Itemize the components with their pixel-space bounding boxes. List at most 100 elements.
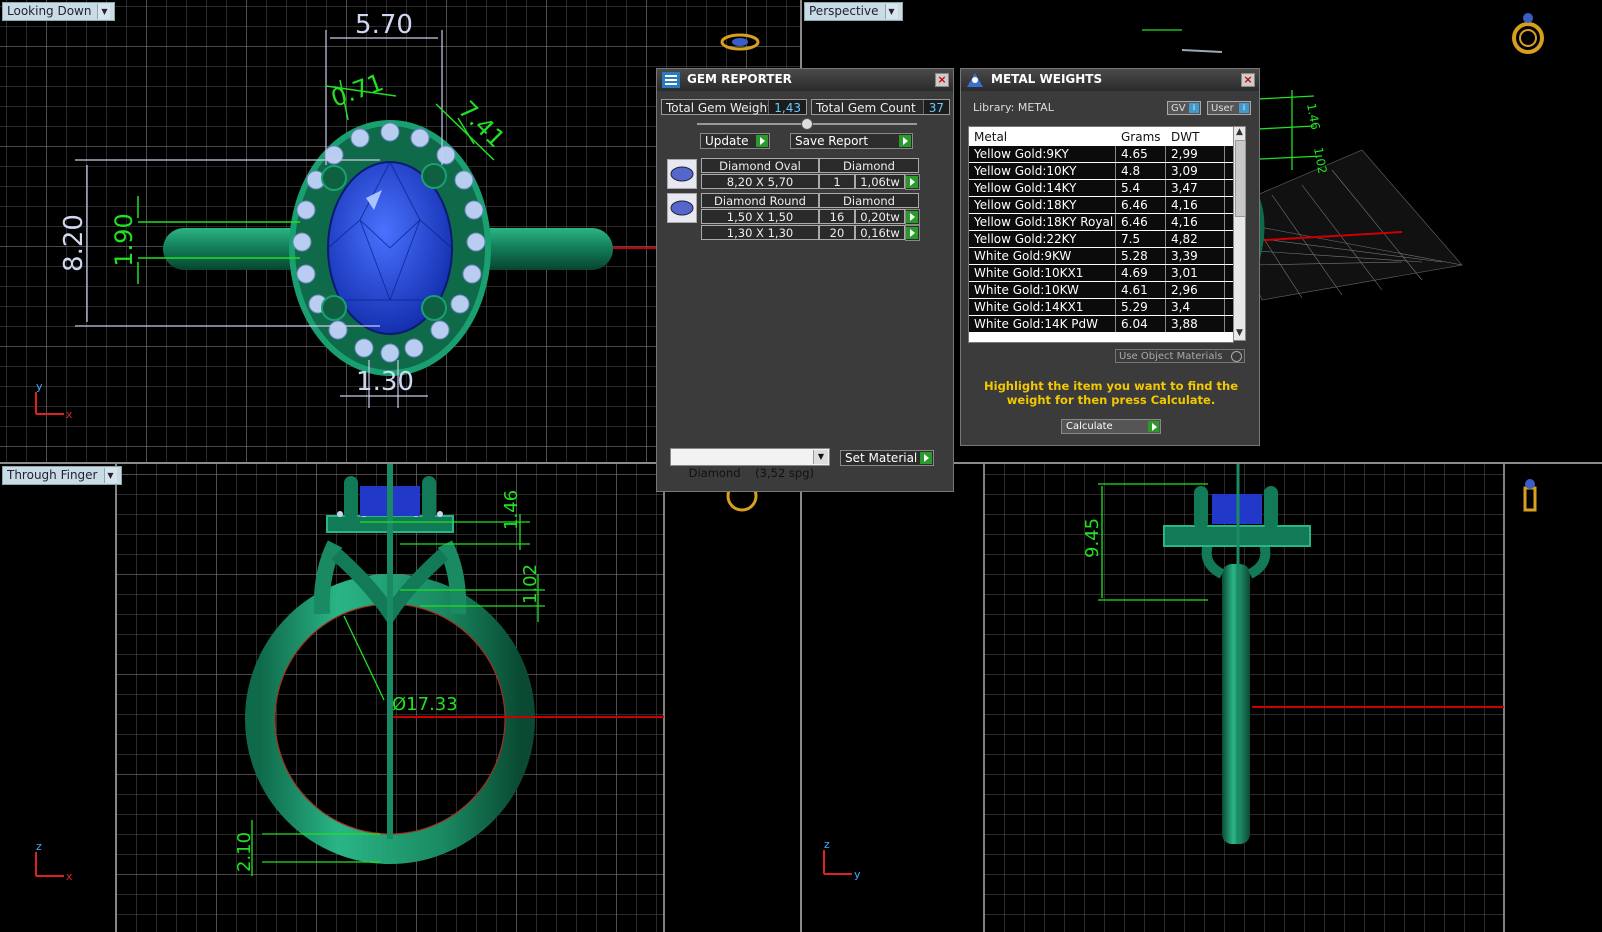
- metal-dwt: 3,39: [1171, 249, 1198, 263]
- metal-name: Yellow Gold:18KY Royal: [974, 215, 1114, 229]
- scroll-up-icon[interactable]: ▲: [1234, 127, 1245, 139]
- viewport-label-looking-down[interactable]: Looking Down ▼: [2, 2, 116, 21]
- metal-row[interactable]: Yellow Gold:22KY 7.5 4,82: [969, 231, 1233, 247]
- chevron-down-icon[interactable]: ▼: [813, 450, 828, 464]
- gem-count: 16: [819, 209, 855, 224]
- metal-row[interactable]: Yellow Gold:14KY 5.4 3,47: [969, 180, 1233, 196]
- calculate-button[interactable]: Calculate: [1061, 419, 1161, 434]
- total-gem-count-value: 37: [922, 100, 949, 115]
- gem-size: 1,50 X 1,50: [701, 209, 819, 224]
- dim-bezel-height: 1.46: [501, 490, 522, 530]
- user-toggle[interactable]: User i: [1207, 101, 1251, 115]
- set-material-button[interactable]: Set Material: [840, 450, 934, 466]
- chevron-down-icon[interactable]: ▼: [97, 4, 111, 19]
- close-icon[interactable]: ×: [935, 73, 949, 87]
- dim-setting-height: 9.45: [1082, 518, 1103, 558]
- play-icon: [756, 135, 768, 147]
- metal-grams: 4.69: [1121, 266, 1148, 280]
- gem-count: 1: [819, 174, 855, 189]
- metal-table-scrollbar[interactable]: ▲ ▼: [1233, 126, 1246, 341]
- dim-gallery: 1.90: [110, 213, 138, 266]
- metal-dwt: 3,09: [1171, 164, 1198, 178]
- calculate-hint: Highlight the item you want to find the …: [984, 379, 1238, 407]
- metal-grams: 6.46: [1121, 215, 1148, 229]
- select-gem-button[interactable]: [905, 174, 920, 190]
- metal-weights-panel: METAL WEIGHTS × Library: METAL GV i User i…: [960, 68, 1260, 446]
- metal-grams: 6.04: [1121, 317, 1148, 331]
- gem-tw: 0,16tw: [855, 225, 905, 240]
- metal-name: White Gold:10KX1: [974, 266, 1084, 280]
- metal-table: Metal Grams DWT Yellow Gold:9KY 4.65 2,99 Y…: [968, 126, 1234, 343]
- metal-row[interactable]: White Gold:14KX1 5.29 3,4: [969, 299, 1233, 315]
- metal-dwt: 4,16: [1171, 215, 1198, 229]
- slider-handle[interactable]: [801, 118, 813, 130]
- scroll-down-icon[interactable]: ▼: [1234, 328, 1245, 340]
- metal-dwt: 3,47: [1171, 181, 1198, 195]
- use-object-materials-toggle[interactable]: Use Object Materials: [1115, 349, 1245, 363]
- metal-dwt: 2,99: [1171, 147, 1198, 161]
- update-button[interactable]: Update: [700, 133, 770, 149]
- gem-shape-round: Diamond Round: [701, 193, 819, 208]
- viewport-label-through-finger[interactable]: Through Finger ▼: [2, 466, 122, 485]
- metal-row[interactable]: Yellow Gold:18KY 6.46 4,16: [969, 197, 1233, 213]
- viewport-side-view[interactable]: 9.45 y z: [802, 464, 1602, 932]
- ring-nav-icon-perspective[interactable]: [1512, 13, 1544, 54]
- metal-grams: 6.46: [1121, 198, 1148, 212]
- metal-grams: 4.8: [1121, 164, 1141, 178]
- metal-grams: 5.4: [1121, 181, 1141, 195]
- metal-dwt: 3,88: [1171, 317, 1198, 331]
- dim-height: 8.20: [59, 214, 89, 272]
- metal-grams: 5.28: [1121, 249, 1148, 263]
- metal-dwt: 4,16: [1171, 198, 1198, 212]
- metal-row[interactable]: Yellow Gold:10KY 4.8 3,09: [969, 163, 1233, 179]
- metal-row[interactable]: White Gold:10KX1 4.69 3,01: [969, 265, 1233, 281]
- viewport-through-finger[interactable]: 1.46 1.02 Ø17.33 2.10 x z Through Finger…: [0, 464, 800, 932]
- metal-row[interactable]: Yellow Gold:18KY Royal 6.46 4,16: [969, 214, 1233, 230]
- svg-text:z: z: [36, 840, 42, 853]
- gv-toggle[interactable]: GV i: [1167, 101, 1201, 115]
- select-gem-button[interactable]: [905, 209, 920, 225]
- viewport-label-perspective[interactable]: Perspective ▼: [804, 2, 903, 21]
- through-finger-canvas: 1.46 1.02 Ø17.33 2.10 x z: [35, 464, 758, 932]
- gem-size: 1,30 X 1,30: [701, 225, 819, 240]
- dim-gallery-height: 1.02: [520, 564, 541, 604]
- metal-name: White Gold:9KW: [974, 249, 1072, 263]
- chevron-down-icon[interactable]: ▼: [884, 4, 898, 19]
- metal-row[interactable]: White Gold:10KW 4.61 2,96: [969, 282, 1233, 298]
- metal-weights-title: METAL WEIGHTS: [991, 72, 1103, 86]
- svg-text:x: x: [66, 870, 73, 883]
- round-gem-icon[interactable]: [667, 193, 697, 223]
- oval-gem-icon[interactable]: [667, 159, 697, 189]
- select-gem-button[interactable]: [905, 225, 920, 241]
- close-icon[interactable]: ×: [1241, 73, 1255, 87]
- library-label: Library: METAL: [973, 101, 1054, 114]
- svg-text:z: z: [824, 838, 830, 851]
- metal-row[interactable]: Yellow Gold:9KY 4.65 2,99: [969, 146, 1233, 162]
- play-icon: [899, 135, 911, 147]
- scroll-thumb[interactable]: [1235, 140, 1246, 217]
- gem-reporter-titlebar[interactable]: GEM REPORTER ×: [657, 69, 953, 91]
- metal-grams: 4.61: [1121, 283, 1148, 297]
- svg-text:y: y: [36, 380, 43, 393]
- metal-row[interactable]: White Gold:14K PdW 6.04 3,88: [969, 316, 1233, 332]
- metal-row[interactable]: White Gold:9KW 5.28 3,39: [969, 248, 1233, 264]
- material-select[interactable]: Diamond (3,52 spg) ▼: [670, 448, 830, 480]
- dim-ring-diameter: Ø17.33: [392, 694, 458, 715]
- dim-stone-small: 1.30: [356, 367, 414, 397]
- save-report-button[interactable]: Save Report: [790, 133, 913, 149]
- shank-side: [1222, 564, 1250, 844]
- metal-weights-titlebar[interactable]: METAL WEIGHTS ×: [961, 69, 1259, 91]
- gem-material-oval: Diamond: [819, 158, 919, 173]
- gem-reporter-title: GEM REPORTER: [687, 72, 792, 86]
- axis-indicator-yz: y z: [823, 838, 861, 881]
- axis-indicator-xz: x z: [35, 840, 73, 883]
- gem-report-icon: [662, 72, 680, 88]
- total-gem-count: Total Gem Count 37: [811, 99, 950, 115]
- gem-tw: 1,06tw: [855, 174, 905, 189]
- weight-scale-icon: [967, 73, 983, 87]
- metal-grams: 5.29: [1121, 300, 1148, 314]
- metal-name: Yellow Gold:18KY: [974, 198, 1077, 212]
- ring-nav-icon-side[interactable]: [1523, 479, 1537, 512]
- metal-name: White Gold:14K PdW: [974, 317, 1099, 331]
- chevron-down-icon[interactable]: ▼: [103, 468, 117, 483]
